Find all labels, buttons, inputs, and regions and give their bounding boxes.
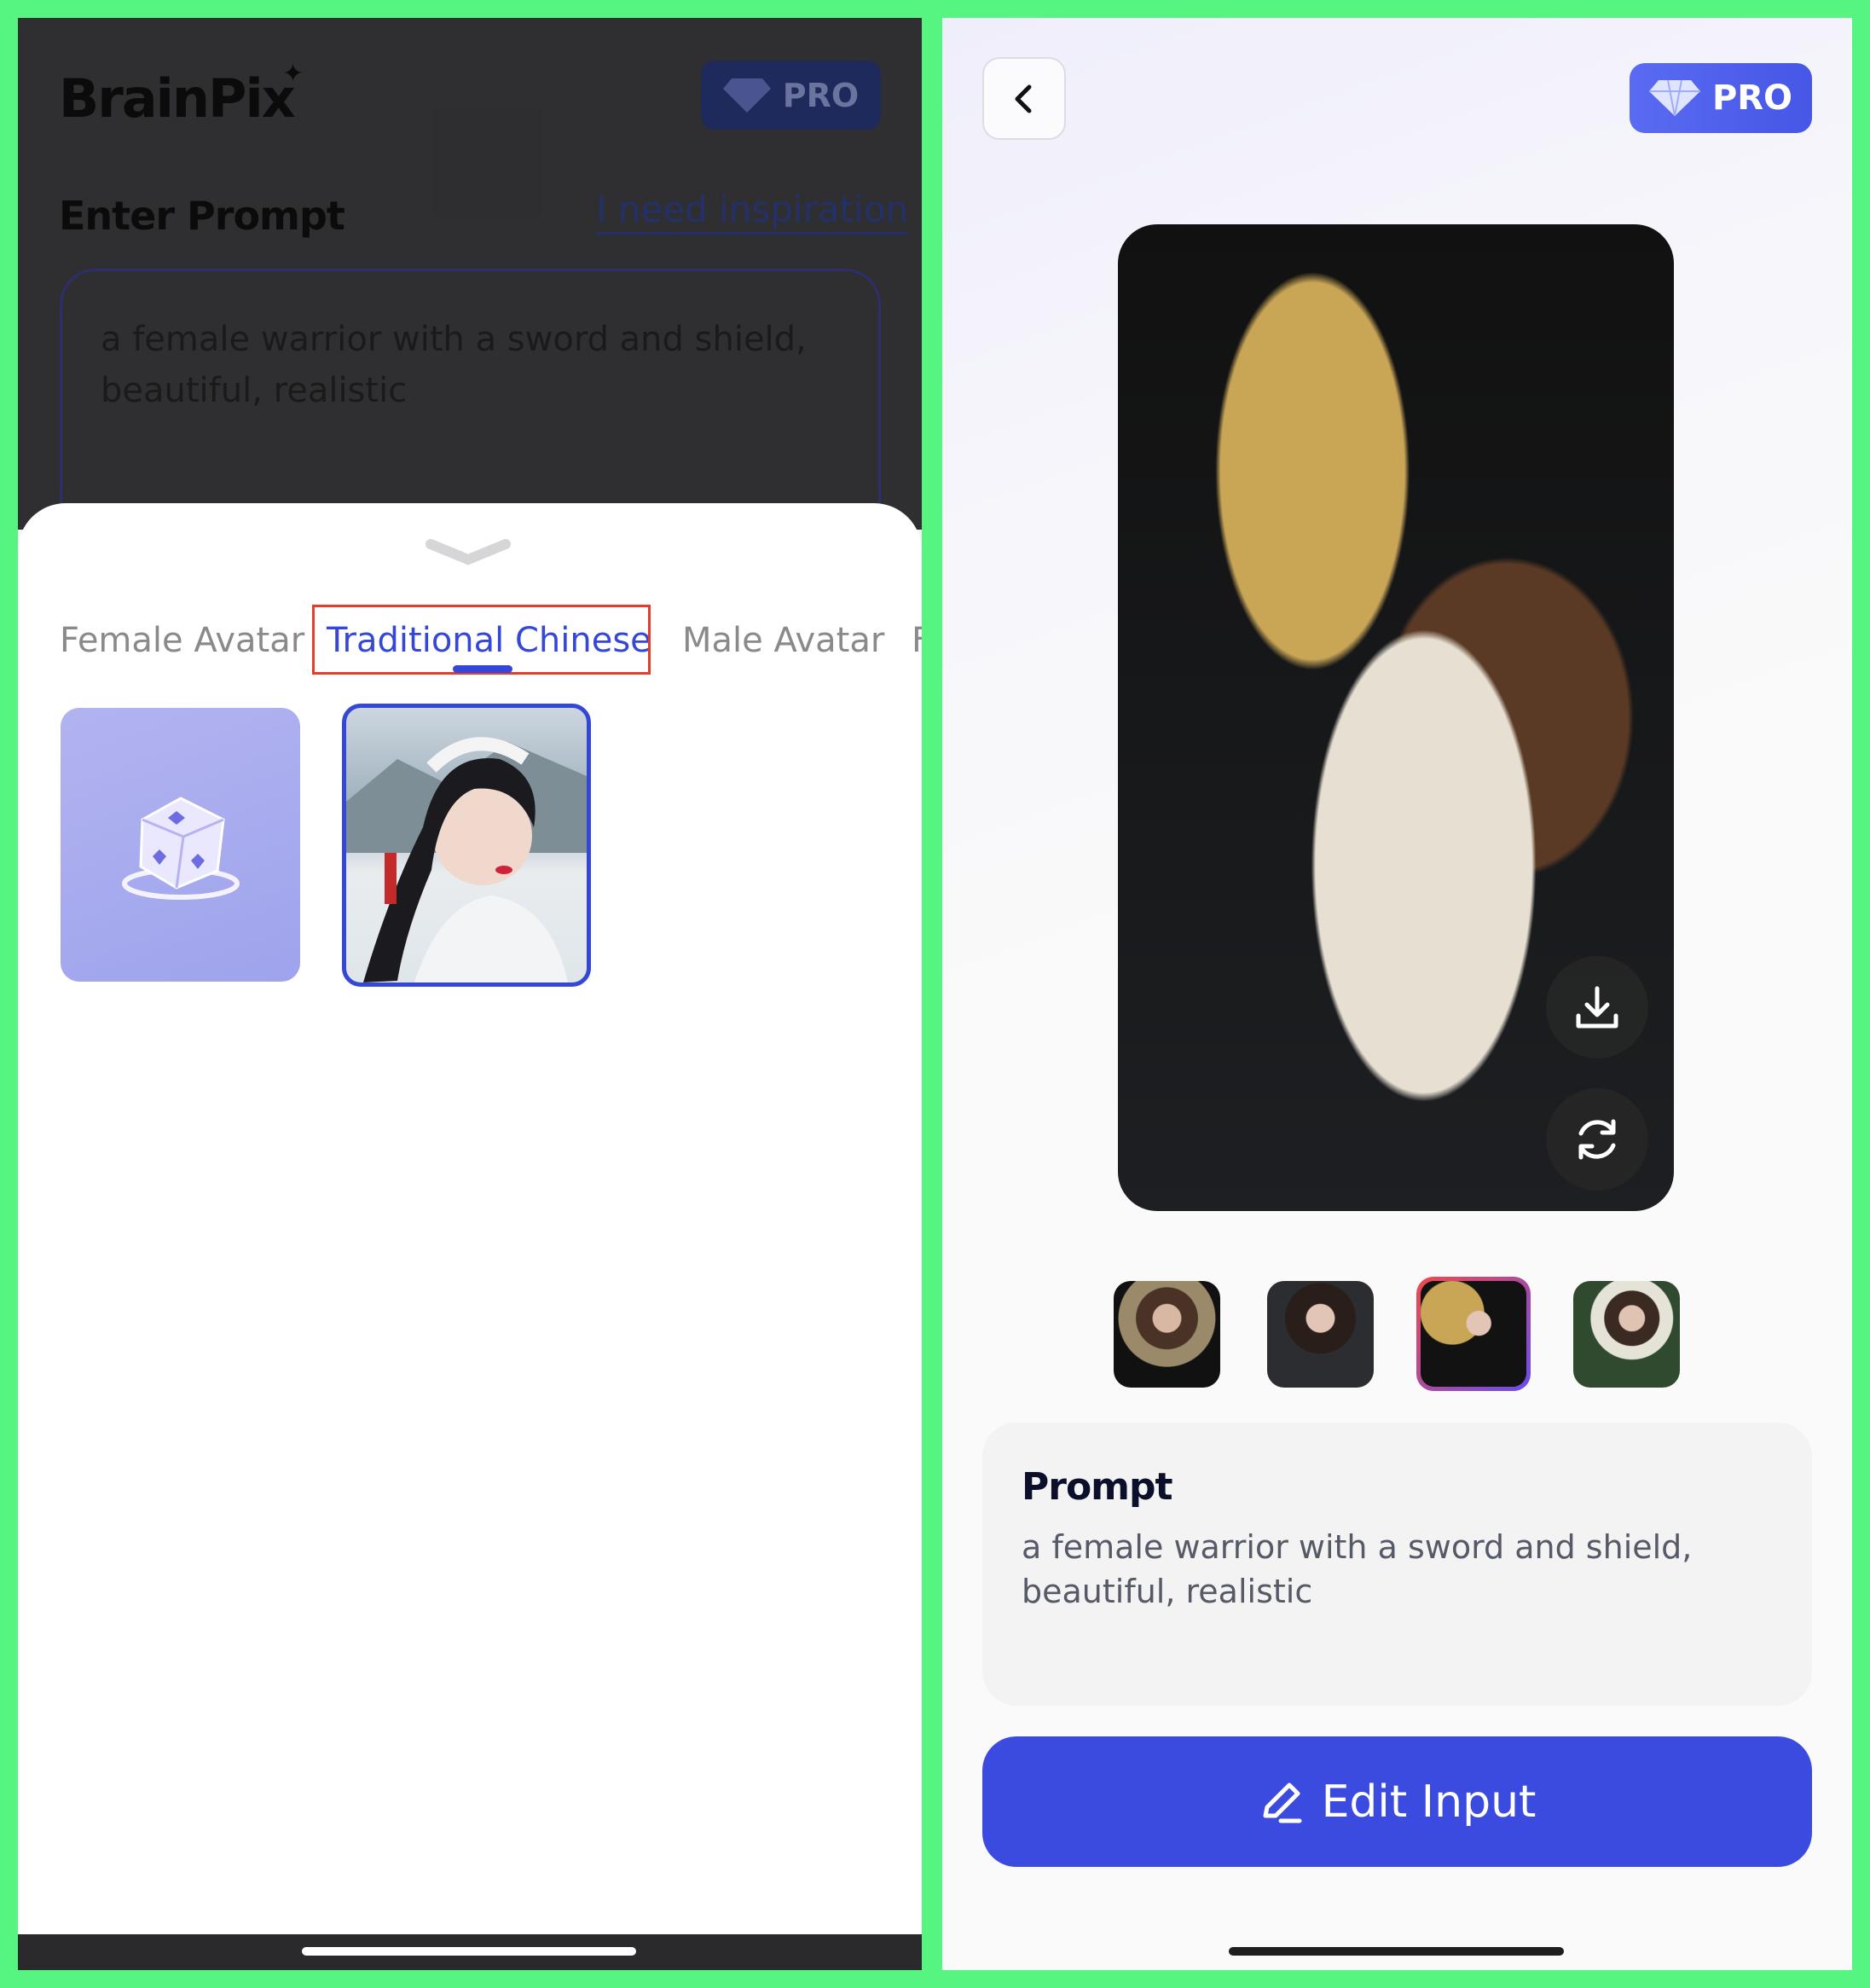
back-button[interactable]: [982, 57, 1066, 140]
right-screen: PRO Prompt a female warrior with a sword…: [942, 18, 1852, 1970]
style-bottom-sheet: Female Avatar Traditional Chinese Male A…: [18, 503, 922, 1970]
prompt-title: Prompt: [1022, 1465, 1173, 1509]
thumbnail-3-image: [1421, 1281, 1526, 1387]
pencil-icon: [1263, 1782, 1302, 1823]
home-indicator[interactable]: [1229, 1947, 1564, 1956]
diamond-icon: [1648, 79, 1700, 117]
left-screen: BrainPix ✦ PRO Enter Prompt I need inspi…: [18, 18, 922, 1970]
edit-input-label: Edit Input: [1321, 1776, 1537, 1828]
chevron-down-icon[interactable]: [426, 537, 511, 568]
thumbnail-2[interactable]: [1267, 1281, 1374, 1388]
sparkle-icon: ✦: [282, 59, 304, 89]
pro-button[interactable]: PRO: [701, 61, 881, 130]
active-tab-indicator: [453, 665, 512, 673]
thumbnail-4[interactable]: [1573, 1281, 1680, 1388]
tab-female-avatar[interactable]: Female Avatar: [60, 621, 304, 660]
pro-label: PRO: [1711, 78, 1793, 118]
generated-image: [1118, 224, 1674, 1211]
style-card-random[interactable]: [61, 708, 300, 982]
enter-prompt-heading: Enter Prompt: [59, 193, 345, 239]
edit-input-button[interactable]: Edit Input: [982, 1736, 1812, 1867]
tab-more[interactable]: F: [912, 621, 922, 660]
refresh-icon: [1578, 1119, 1616, 1160]
pro-label: PRO: [782, 76, 860, 114]
style-card-traditional-chinese[interactable]: [342, 704, 591, 987]
download-icon: [1576, 986, 1618, 1029]
prompt-card: Prompt a female warrior with a sword and…: [982, 1423, 1812, 1706]
thumbnail-3-selected[interactable]: [1416, 1277, 1531, 1391]
download-button[interactable]: [1546, 956, 1648, 1058]
diamond-icon: [722, 78, 771, 113]
home-indicator[interactable]: [302, 1947, 636, 1956]
dimmed-background: BrainPix ✦ PRO Enter Prompt I need inspi…: [18, 18, 922, 550]
tab-male-avatar[interactable]: Male Avatar: [682, 621, 884, 660]
regenerate-button[interactable]: [1546, 1088, 1648, 1191]
back-arrow-icon: [1015, 84, 1032, 113]
prompt-text: a female warrior with a sword and shield…: [1022, 1528, 1693, 1610]
pro-button[interactable]: PRO: [1630, 63, 1812, 133]
dice-icon: [121, 796, 240, 900]
thumbnail-1[interactable]: [1114, 1281, 1220, 1388]
portrait-image: [346, 737, 587, 982]
bottom-bar: [18, 1934, 922, 1970]
inspiration-link[interactable]: I need inspiration: [596, 188, 909, 235]
brainpix-logo: BrainPix: [59, 67, 296, 130]
highlight-box: [312, 605, 651, 675]
